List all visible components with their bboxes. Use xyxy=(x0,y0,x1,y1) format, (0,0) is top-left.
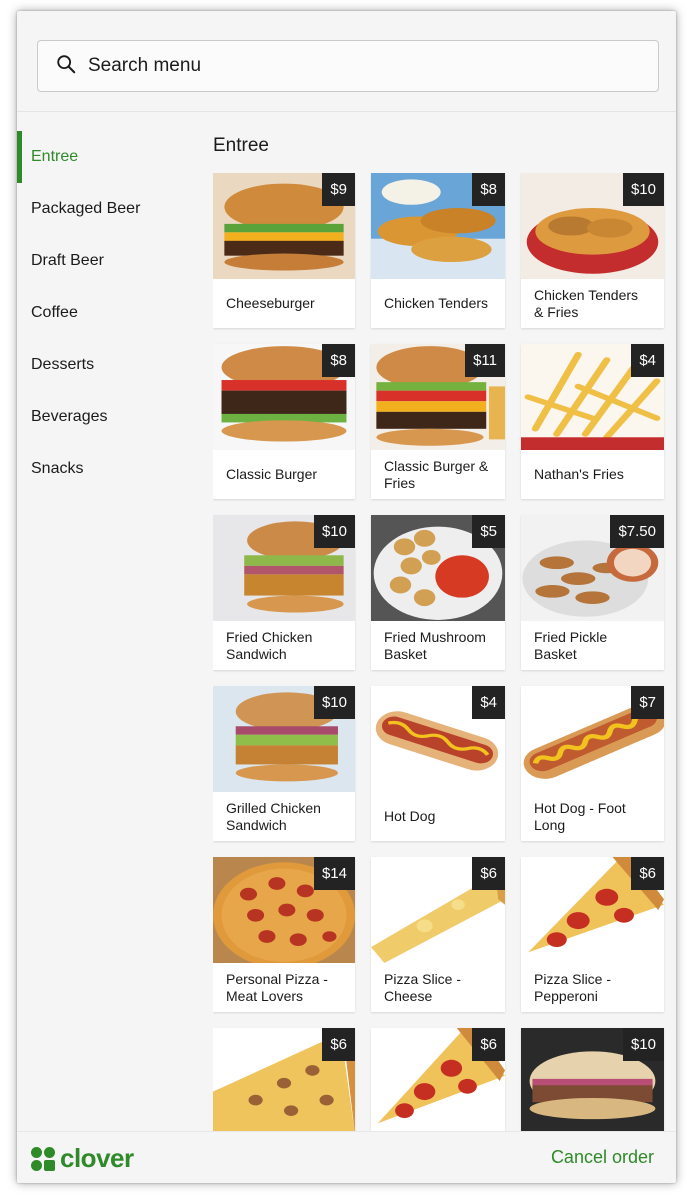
sidebar-item-packaged-beer[interactable]: Packaged Beer xyxy=(17,183,197,235)
clover-logo: clover xyxy=(30,1143,134,1174)
cheese-slice-image: $6 xyxy=(371,857,505,963)
menu-item-card[interactable]: $6 Pizza Slice - Pepperoni xyxy=(521,857,664,1012)
menu-item-card[interactable]: $6 Pizza Slice - Cheese xyxy=(371,857,505,1012)
menu-item-card[interactable]: $7.50 Fried Pickle Basket xyxy=(521,515,664,670)
pickle-basket-image: $7.50 xyxy=(521,515,664,621)
menu-item-card[interactable]: $8 Classic Burger xyxy=(213,344,355,499)
menu-item-card[interactable]: $10 xyxy=(521,1028,664,1131)
menu-item-card[interactable]: $9 Cheeseburger xyxy=(213,173,355,328)
menu-item-name: Hot Dog - Foot Long xyxy=(534,799,626,833)
footer: clover Cancel order xyxy=(17,1131,676,1183)
search-icon xyxy=(55,53,77,80)
menu-item-card[interactable]: $11 Classic Burger & Fries xyxy=(371,344,505,499)
cheeseburger-image: $9 xyxy=(213,173,355,279)
logo-text: clover xyxy=(60,1143,134,1173)
menu-item-grid: $9 Cheeseburger $8 Chicken Tenders $10 Chicke… xyxy=(213,173,668,1131)
section-title: Entree xyxy=(213,135,269,156)
category-sidebar: Entree Packaged Beer Draft Beer Coffee D… xyxy=(17,131,197,495)
price-badge: $10 xyxy=(622,1028,664,1061)
pepperoni-slice-image: $6 xyxy=(521,857,664,963)
menu-item-card[interactable]: $4 Hot Dog xyxy=(371,686,505,841)
hot-dog-image: $4 xyxy=(371,686,505,792)
price-badge: $4 xyxy=(631,344,664,377)
mushroom-basket-image: $5 xyxy=(371,515,505,621)
price-badge: $6 xyxy=(472,857,505,890)
price-badge: $6 xyxy=(631,857,664,890)
price-badge: $8 xyxy=(322,344,355,377)
menu-item-name: Chicken Tenders & Fries xyxy=(534,286,639,320)
menu-item-name: Classic Burger xyxy=(226,466,318,482)
price-badge: $10 xyxy=(313,686,355,719)
menu-item-card[interactable]: $14 Personal Pizza - Meat Lovers xyxy=(213,857,355,1012)
menu-item-name: Chicken Tenders xyxy=(384,295,489,311)
price-badge: $14 xyxy=(313,857,355,890)
sidebar-item-desserts[interactable]: Desserts xyxy=(17,339,197,391)
menu-item-name: Fried Mushroom Basket xyxy=(384,628,486,662)
foot-long-image: $7 xyxy=(521,686,664,792)
menu-item-card[interactable]: $10 Fried Chicken Sandwich xyxy=(213,515,355,670)
burger-fries-image: $11 xyxy=(371,344,505,450)
price-badge: $10 xyxy=(622,173,664,206)
sausage-slice-image: $6 xyxy=(213,1028,355,1131)
cancel-order-button[interactable]: Cancel order xyxy=(551,1147,654,1168)
menu-item-name: Fried Chicken Sandwich xyxy=(226,628,313,662)
price-badge: $6 xyxy=(472,1028,505,1061)
fries-image: $4 xyxy=(521,344,664,450)
price-badge: $8 xyxy=(472,173,505,206)
menu-item-card[interactable]: $6 xyxy=(213,1028,355,1131)
menu-item-card[interactable]: $10 Grilled Chicken Sandwich xyxy=(213,686,355,841)
clover-icon xyxy=(31,1146,55,1171)
search-bar[interactable] xyxy=(37,40,659,92)
price-badge: $10 xyxy=(313,515,355,548)
chicken-tenders-image: $8 xyxy=(371,173,505,279)
menu-item-name: Pizza Slice - Cheese xyxy=(384,970,462,1004)
pepperoni-slice-image: $6 xyxy=(371,1028,505,1131)
sidebar-item-draft-beer[interactable]: Draft Beer xyxy=(17,235,197,287)
menu-item-card[interactable]: $10 Chicken Tenders & Fries xyxy=(521,173,664,328)
menu-item-name: Nathan's Fries xyxy=(534,466,624,482)
menu-item-name: Personal Pizza - Meat Lovers xyxy=(226,970,328,1004)
price-badge: $9 xyxy=(322,173,355,206)
price-badge: $7.50 xyxy=(610,515,664,548)
menu-item-card[interactable]: $7 Hot Dog - Foot Long xyxy=(521,686,664,841)
menu-item-name: Classic Burger & Fries xyxy=(384,457,489,491)
price-badge: $6 xyxy=(322,1028,355,1061)
menu-item-name: Fried Pickle Basket xyxy=(534,628,608,662)
sidebar-item-coffee[interactable]: Coffee xyxy=(17,287,197,339)
steak-sandwich-image: $10 xyxy=(521,1028,664,1131)
sidebar-item-snacks[interactable]: Snacks xyxy=(17,443,197,495)
menu-item-card[interactable]: $4 Nathan's Fries xyxy=(521,344,664,499)
menu-item-name: Hot Dog xyxy=(384,808,436,824)
chicken-sandwich-image: $10 xyxy=(213,515,355,621)
burger-image: $8 xyxy=(213,344,355,450)
divider xyxy=(17,111,676,112)
price-badge: $4 xyxy=(472,686,505,719)
menu-item-name: Pizza Slice - Pepperoni xyxy=(534,970,612,1004)
sidebar-item-entree[interactable]: Entree xyxy=(17,131,197,183)
menu-item-name: Grilled Chicken Sandwich xyxy=(226,799,321,833)
price-badge: $11 xyxy=(465,344,505,377)
menu-item-name: Cheeseburger xyxy=(226,295,315,311)
price-badge: $7 xyxy=(631,686,664,719)
menu-item-card[interactable]: $6 xyxy=(371,1028,505,1131)
menu-item-card[interactable]: $8 Chicken Tenders xyxy=(371,173,505,328)
pizza-image: $14 xyxy=(213,857,355,963)
pos-screen: Entree Packaged Beer Draft Beer Coffee D… xyxy=(17,11,676,1183)
price-badge: $5 xyxy=(472,515,505,548)
grilled-chicken-image: $10 xyxy=(213,686,355,792)
search-input[interactable] xyxy=(88,51,628,81)
tenders-fries-image: $10 xyxy=(521,173,664,279)
sidebar-item-beverages[interactable]: Beverages xyxy=(17,391,197,443)
menu-item-card[interactable]: $5 Fried Mushroom Basket xyxy=(371,515,505,670)
